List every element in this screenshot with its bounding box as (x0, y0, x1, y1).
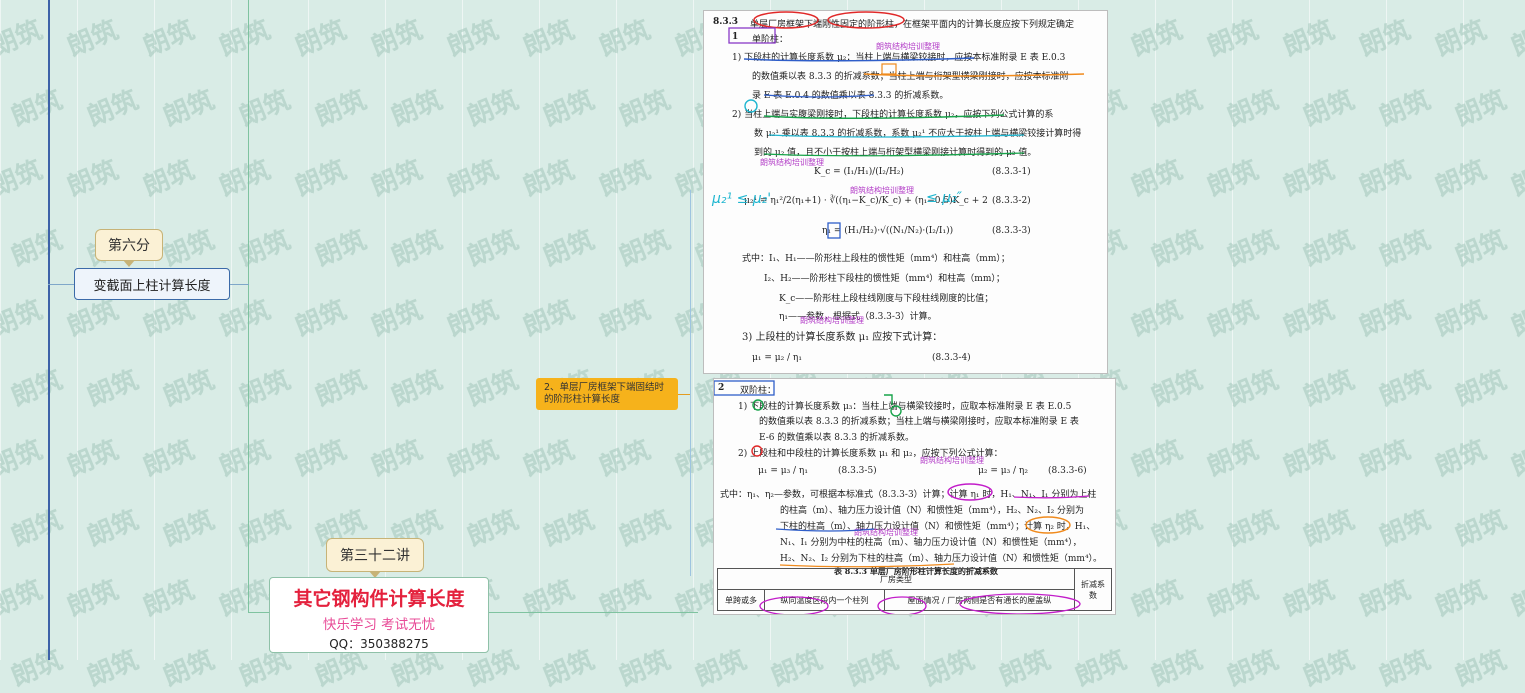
formula-number: (8.3.3-6) (1048, 466, 1087, 476)
topic-slogan: 快乐学习 考试无忧 (270, 613, 488, 633)
formula-number: (8.3.3-3) (992, 226, 1031, 236)
doc-line: 录 E 表 E.0.4 的数值乘以表 8.3.3 的折减系数。 (752, 88, 948, 101)
lecture-32-callout[interactable]: 第三十二讲 (326, 538, 424, 572)
doc-line: I₂、H₂——阶形柱下段柱的惯性矩（mm⁴）和柱高（mm）； (764, 271, 1005, 284)
ink-stamp: 朗筑结构培训整理 (876, 41, 940, 52)
mindmap-branch-line (248, 0, 249, 612)
doc-line: 下柱的柱高（m）、轴力压力设计值（N）和惯性矩（mm⁴）；计算 η₂ 时，H₁、 (780, 519, 1095, 532)
table-cell: 厂房两侧是否有通长的屋盖纵 (947, 596, 1051, 605)
topic-title: 其它钢构件计算长度 (270, 584, 488, 611)
formula: K_c = (I₁/H₁)/(I₂/H₂) (814, 167, 904, 177)
doc-line: 3) 上段柱的计算长度系数 μ₁ 应按下式计算： (742, 328, 942, 343)
formula-number: (8.3.3-1) (992, 167, 1031, 177)
doc-line: 1) 下段柱的计算长度系数 μ₃：当柱上端与横梁铰接时，应取本标准附录 E 表 … (738, 399, 1071, 412)
table-header-reduction: 折减系数 (1081, 580, 1105, 600)
doc-line: 的柱高（m）、轴力压力设计值（N）和惯性矩（mm⁴），H₂、N₂、I₂ 分别为 (780, 503, 1084, 516)
mindmap-connector (48, 284, 74, 285)
doc-line: 的数值乘以表 8.3.3 的折减系数；当柱上端与横梁刚接时，应取本标准附录 E … (759, 414, 1079, 427)
doc-line: E-6 的数值乘以表 8.3.3 的折减系数。 (759, 430, 914, 443)
ink-stamp: 朗筑结构培训整理 (850, 185, 914, 196)
topic-qq: QQ：350388275 (270, 635, 488, 652)
topic-logo-node[interactable]: 其它钢构件计算长度 快乐学习 考试无忧 QQ：350388275 (269, 577, 489, 653)
doc-line: 的数值乘以表 8.3.3 的折减系数；当柱上端与桁架型横梁刚接时，应按本标准附 (752, 69, 1069, 82)
mindmap-doc-line (690, 190, 691, 576)
code-excerpt-image-2[interactable]: 2 双阶柱： 1) 下段柱的计算长度系数 μ₃：当柱上端与横梁铰接时，应取本标准… (713, 378, 1116, 615)
table-cell: 纵向温度区段内一个柱列 (780, 596, 868, 605)
ink-stamp: 朗筑结构培训整理 (760, 157, 824, 168)
code-excerpt-image-1[interactable]: 8.3.3 单层厂房框架下端刚性固定的阶形柱，在框架平面内的计算长度应按下列规定… (703, 10, 1108, 374)
mindmap-connector (229, 284, 249, 285)
formula-number: (8.3.3-5) (838, 466, 877, 476)
table-header-factory: 厂房类型 (880, 575, 912, 584)
doc-line: K_c——阶形柱上段柱线刚度与下段柱线刚度的比值； (779, 291, 993, 304)
mindmap-connector (678, 394, 690, 395)
ink-stamp: 朗筑结构培训整理 (854, 527, 918, 538)
reduction-factor-table: 厂房类型 折减系数 单跨或多 纵向温度区段内一个柱列 屋面情况 / 厂房两侧是否… (717, 568, 1112, 611)
section-number: 2 (718, 383, 724, 393)
table-cell: 屋面情况 (908, 596, 940, 605)
formula-number: (8.3.3-2) (992, 196, 1031, 206)
formula-number: (8.3.3-4) (932, 353, 971, 363)
table-cell: 单跨或多 (725, 596, 757, 605)
clause-number: 8.3.3 (713, 17, 738, 27)
handwritten-note: ≤ μ₂″ (926, 190, 962, 206)
ink-stamp: 朗筑结构培训整理 (920, 455, 984, 466)
doc-line: 2) 当柱上端与实腹梁刚接时，下段柱的计算长度系数 μ₂，应按下列公式计算的系 (732, 107, 1053, 120)
variable-section-column-node[interactable]: 变截面上柱计算长度 (74, 268, 230, 300)
doc-line: 式中：I₁、H₁——阶形柱上段柱的惯性矩（mm⁴）和柱高（mm）； (742, 251, 1010, 264)
ink-stamp: 朗筑结构培训整理 (800, 315, 864, 326)
formula: η₁ = (H₁/H₂)·√((N₁/N₂)·(I₂/I₁)) (822, 226, 953, 236)
section-title: 双阶柱： (740, 383, 776, 396)
lecture-6-callout[interactable]: 第六分 (95, 229, 163, 261)
formula: μ₁ = μ₂ / η₁ (752, 353, 802, 363)
doc-line: H₂、N₂、I₂ 分别为下柱的柱高（m）、轴力压力设计值（N）和惯性矩（mm⁴）… (780, 551, 1102, 564)
clause-heading: 单层厂房框架下端刚性固定的阶形柱，在框架平面内的计算长度应按下列规定确定 (750, 17, 1074, 30)
mindmap-trunk-line (48, 0, 50, 660)
section-title: 单阶柱： (752, 32, 788, 45)
handwritten-note: μ₂¹ ≤ μ₂' (712, 191, 771, 207)
single-factory-stepped-column-node[interactable]: 2、单层厂房框架下端固结时的阶形柱计算长度 (536, 378, 678, 410)
section-number: 1 (732, 32, 738, 42)
doc-line: N₁、I₁ 分别为中柱的柱高（m）、轴力压力设计值（N）和惯性矩（mm⁴）， (780, 535, 1082, 548)
doc-line: 式中：η₁、η₂—参数，可根据本标准式（8.3.3-3）计算；计算 η₁ 时，H… (720, 487, 1096, 500)
doc-line: 数 μ₂¹ 乘以表 8.3.3 的折减系数，系数 μ₂¹ 不应大于按柱上端与横梁… (754, 126, 1081, 139)
formula: μ₂ = μ₃ / η₂ (978, 466, 1028, 476)
formula: μ₁ = μ₃ / η₁ (758, 466, 808, 476)
